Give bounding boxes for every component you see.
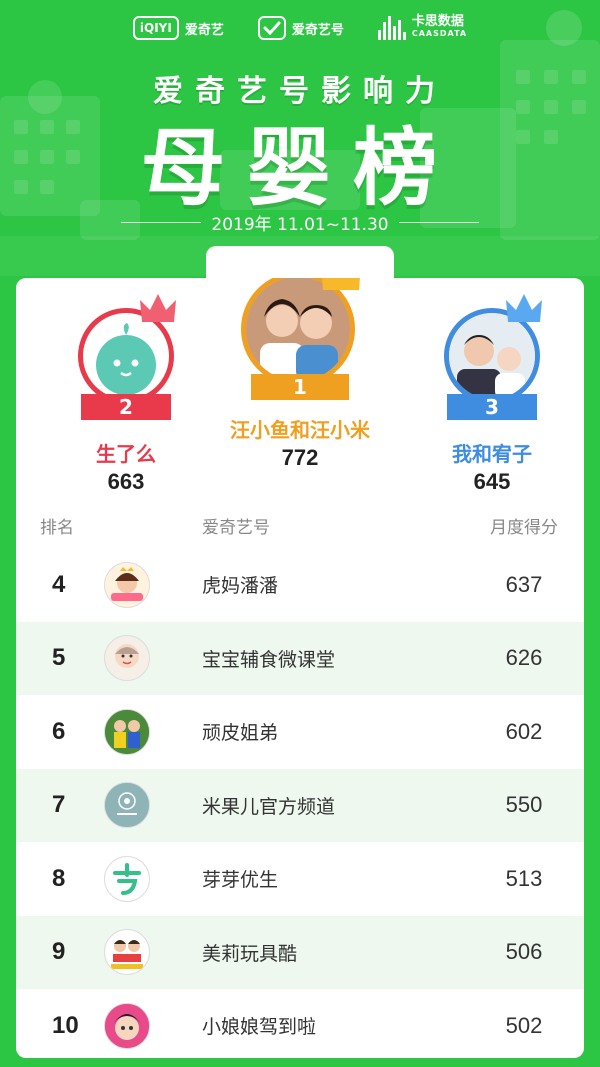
rank-ribbon-2: 2 <box>81 394 171 420</box>
table-header: 排名 爱奇艺号 月度得分 <box>16 502 584 548</box>
page-title: 母婴榜 <box>140 119 459 217</box>
row-name: 虎妈潘潘 <box>202 575 279 598</box>
ranking-table: 排名 爱奇艺号 月度得分 4 虎妈潘潘 637 5 宝宝辅食微课堂 626 6 <box>16 502 584 1058</box>
row-rank: 7 <box>52 791 66 819</box>
iqiyi-logo-label: 爱奇艺 <box>184 22 224 38</box>
row-name: 芽芽优生 <box>202 869 279 892</box>
podium-first-score: 772 <box>281 445 319 470</box>
row-name: 米果儿官方频道 <box>202 795 336 818</box>
podium-first[interactable]: 1 汪小鱼和汪小米 772 <box>208 278 392 471</box>
page-subtitle: 爱奇艺号影响力 <box>153 74 447 109</box>
podium-third-name: 我和宥子 <box>452 442 532 466</box>
table-row[interactable]: 8 芽芽优生 513 <box>16 842 584 916</box>
table-row[interactable]: 10 小娘娘驾到啦 502 <box>16 989 584 1058</box>
crown-icon <box>322 278 360 290</box>
row-name: 顽皮姐弟 <box>202 722 279 745</box>
table-row[interactable]: 6 顽皮姐弟 602 <box>16 695 584 769</box>
rank-ribbon-1: 1 <box>251 374 349 400</box>
iqiyi-hao-logo-label: 爱奇艺号 <box>291 22 344 38</box>
date-range-text: 2019年 11.01~11.30 <box>211 215 389 235</box>
avatar <box>241 278 355 386</box>
table-row[interactable]: 7 米果儿官方频道 550 <box>16 768 584 842</box>
crown-icon <box>140 294 176 322</box>
row-name: 宝宝辅食微课堂 <box>202 648 336 671</box>
row-score: 550 <box>505 792 543 818</box>
row-rank: 6 <box>52 717 66 745</box>
avatar <box>104 635 150 682</box>
date-range: 2019年 11.01~11.30 <box>0 210 600 235</box>
header-rank: 排名 <box>40 517 74 538</box>
iqiyi-logo: iQIYI 爱奇艺 <box>132 16 224 40</box>
podium-second-name: 生了么 <box>96 442 156 466</box>
table-row[interactable]: 5 宝宝辅食微课堂 626 <box>16 621 584 695</box>
header-name: 爱奇艺号 <box>202 517 270 538</box>
rank-ribbon-3: 3 <box>447 394 537 420</box>
caasdata-logo-label: 卡思数据 <box>411 14 464 29</box>
caasdata-logo-sub: CAASDATA <box>411 29 468 38</box>
row-name: 美莉玩具酷 <box>202 942 298 965</box>
caasdata-bars-icon <box>377 16 406 40</box>
podium-third-score: 645 <box>473 469 511 494</box>
row-rank: 10 <box>52 1011 79 1039</box>
row-rank: 4 <box>52 570 66 598</box>
row-score: 637 <box>505 571 543 597</box>
crown-icon <box>506 294 542 322</box>
avatar <box>104 561 150 608</box>
check-icon <box>257 16 286 40</box>
table-row[interactable]: 9 美莉玩具酷 506 <box>16 915 584 989</box>
avatar <box>104 855 150 902</box>
row-name: 小娘娘驾到啦 <box>202 1016 317 1039</box>
partner-logos: iQIYI 爱奇艺 爱奇艺号 卡思数据 CAASDATA <box>0 14 600 40</box>
caasdata-logo: 卡思数据 CAASDATA <box>377 14 468 40</box>
podium: 2 生了么 663 1 汪小鱼和汪小米 772 3 我和宥子 645 <box>16 278 584 494</box>
header-score: 月度得分 <box>490 517 558 538</box>
avatar <box>104 708 150 755</box>
row-rank: 5 <box>52 644 66 672</box>
row-score: 626 <box>505 645 543 671</box>
avatar <box>104 1002 150 1049</box>
iqiyi-logo-mark: iQIYI <box>132 16 179 40</box>
avatar <box>104 782 150 829</box>
podium-second[interactable]: 2 生了么 663 <box>46 278 206 495</box>
table-row[interactable]: 4 虎妈潘潘 637 <box>16 548 584 622</box>
podium-first-name: 汪小鱼和汪小米 <box>230 418 370 442</box>
row-score: 502 <box>505 1012 543 1038</box>
row-score: 513 <box>505 865 543 891</box>
row-score: 506 <box>505 939 543 965</box>
ranking-card: 2 生了么 663 1 汪小鱼和汪小米 772 3 我和宥子 645 排名 爱奇… <box>16 278 584 1058</box>
row-rank: 9 <box>52 938 66 966</box>
avatar <box>104 929 150 976</box>
podium-third[interactable]: 3 我和宥子 645 <box>412 278 572 495</box>
iqiyi-hao-logo: 爱奇艺号 <box>257 16 344 40</box>
row-rank: 8 <box>52 864 66 892</box>
podium-second-score: 663 <box>107 469 145 494</box>
row-score: 602 <box>505 718 543 744</box>
